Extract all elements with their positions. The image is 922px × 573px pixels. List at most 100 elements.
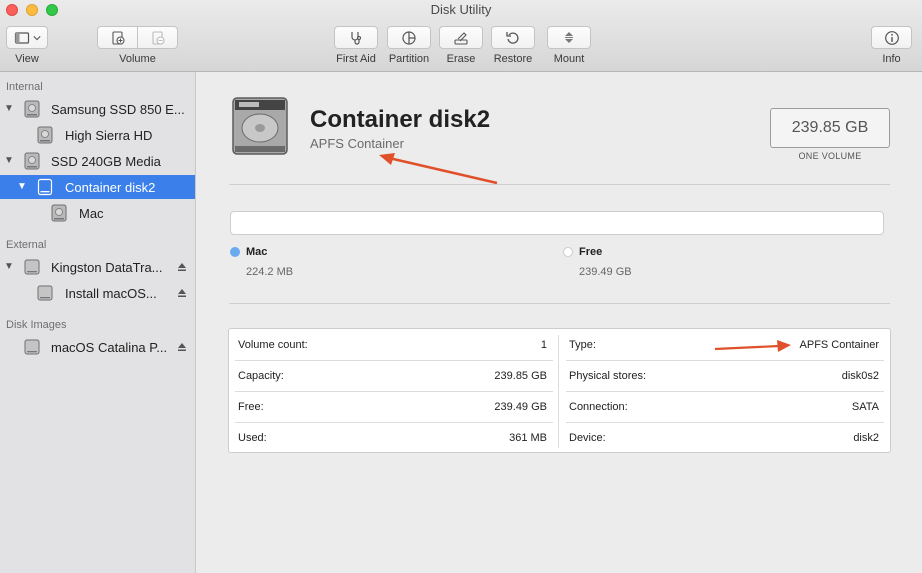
sidebar-section-internal: Internal: [6, 81, 43, 93]
sidebar-item-label: High Sierra HD: [65, 127, 153, 143]
restore-button[interactable]: [491, 26, 535, 49]
sidebar-item-label: Install macOS...: [65, 285, 157, 301]
window-title: Disk Utility: [430, 2, 492, 17]
sidebar-item-container-disk2[interactable]: ▼ Container disk2: [0, 175, 195, 199]
info-key: Type:: [569, 338, 596, 351]
sidebar: Internal ▼ Samsung SSD 850 E... High Sie…: [0, 72, 196, 573]
info-row-volume-count: Volume count: 1: [238, 329, 557, 360]
volume-count-caption: ONE VOLUME: [798, 151, 862, 161]
eject-icon[interactable]: [177, 342, 187, 352]
sidebar-item-label: SSD 240GB Media: [51, 153, 161, 169]
legend-dot-mac: [230, 247, 240, 257]
hdd-icon: [37, 126, 53, 144]
hdd-icon: [24, 152, 40, 170]
add-volume-button[interactable]: [97, 26, 138, 49]
sidebar-section-disk-images: Disk Images: [6, 319, 67, 331]
restore-icon: [506, 31, 519, 44]
container-icon: [37, 178, 53, 196]
annotation-arrow-icon: [379, 153, 498, 185]
chevron-down-icon: [32, 35, 41, 40]
info-row-device: Device: disk2: [569, 422, 889, 453]
hdd-icon: [24, 100, 40, 118]
info-value: APFS Container: [799, 338, 879, 351]
legend-dot-free: [563, 247, 573, 257]
info-table: Volume count: 1 Capacity: 239.85 GB Free…: [228, 328, 891, 453]
info-value: 361 MB: [509, 431, 547, 444]
info-value: 239.49 GB: [494, 400, 547, 413]
erase-label: Erase: [446, 53, 476, 65]
sidebar-item-samsung-ssd[interactable]: ▼ Samsung SSD 850 E...: [0, 97, 195, 121]
partition-label: Partition: [388, 53, 430, 65]
eject-icon[interactable]: [177, 288, 187, 298]
legend-value-mac: 224.2 MB: [246, 266, 294, 278]
info-icon: [884, 30, 899, 45]
legend-value-free: 239.49 GB: [579, 266, 632, 278]
sidebar-item-label: macOS Catalina P...: [51, 339, 168, 355]
info-key: Free:: [238, 400, 264, 413]
mount-icon: [565, 31, 573, 43]
info-label: Info: [882, 53, 901, 65]
external-drive-icon: [24, 259, 40, 275]
partition-pie-icon: [402, 30, 416, 45]
sidebar-item-mac[interactable]: Mac: [0, 201, 195, 225]
sidebar-item-macos-catalina[interactable]: macOS Catalina P...: [0, 335, 195, 359]
partition-button[interactable]: [387, 26, 431, 49]
info-key: Physical stores:: [569, 369, 647, 382]
usage-bar: [230, 211, 884, 235]
page-title: Container disk2: [310, 106, 491, 133]
mount-label: Mount: [553, 53, 585, 65]
add-volume-icon: [111, 30, 125, 45]
disclosure-triangle-icon[interactable]: ▼: [4, 156, 14, 166]
sidebar-item-label: Kingston DataTra...: [51, 259, 163, 275]
divider: [229, 303, 890, 304]
info-key: Device:: [569, 431, 606, 444]
info-row-connection: Connection: SATA: [569, 391, 889, 422]
eject-icon[interactable]: [177, 262, 187, 272]
hdd-icon: [51, 204, 67, 222]
mount-button[interactable]: [547, 26, 591, 49]
view-label: View: [15, 53, 39, 65]
first-aid-label: First Aid: [336, 53, 376, 65]
sidebar-section-external: External: [6, 239, 47, 251]
info-row-used: Used: 361 MB: [238, 422, 557, 453]
sidebar-item-label: Mac: [79, 205, 104, 221]
volume-label: Volume: [119, 53, 156, 65]
divider: [229, 184, 890, 185]
remove-volume-button[interactable]: [137, 26, 178, 49]
sidebar-item-install-macos[interactable]: Install macOS...: [0, 281, 195, 305]
info-row-free: Free: 239.49 GB: [238, 391, 557, 422]
info-row-capacity: Capacity: 239.85 GB: [238, 360, 557, 391]
sidebar-toggle-icon: [14, 31, 29, 44]
legend-name-mac: Mac: [246, 246, 268, 258]
stethoscope-icon: [351, 31, 362, 45]
detail-pane: Container disk2 APFS Container 239.85 GB…: [197, 72, 922, 573]
external-drive-icon: [37, 285, 53, 301]
restore-label: Restore: [493, 53, 533, 65]
disclosure-triangle-icon[interactable]: ▼: [4, 104, 14, 114]
info-key: Connection:: [569, 400, 628, 413]
container-type-subtitle: APFS Container: [310, 136, 404, 151]
view-button[interactable]: [6, 26, 48, 49]
hdd-large-icon: [232, 97, 288, 155]
info-row-physical-stores: Physical stores: disk0s2: [569, 360, 889, 391]
sidebar-item-label: Container disk2: [65, 179, 156, 195]
first-aid-button[interactable]: [334, 26, 378, 49]
disclosure-triangle-icon[interactable]: ▼: [4, 262, 14, 272]
sidebar-item-high-sierra-hd[interactable]: High Sierra HD: [0, 123, 195, 147]
sidebar-item-label: Samsung SSD 850 E...: [51, 101, 185, 117]
disclosure-triangle-icon[interactable]: ▼: [17, 182, 27, 192]
erase-button[interactable]: [439, 26, 483, 49]
column-separator: [558, 335, 559, 448]
toolbar: Disk Utility View Volume First Aid Parti…: [0, 0, 922, 72]
info-value: 239.85 GB: [494, 369, 547, 382]
remove-volume-icon: [151, 30, 165, 45]
sidebar-item-ssd-240gb[interactable]: ▼ SSD 240GB Media: [0, 149, 195, 173]
annotation-arrow-icon: [714, 340, 791, 352]
info-value: SATA: [851, 400, 879, 413]
sidebar-item-kingston[interactable]: ▼ Kingston DataTra...: [0, 255, 195, 279]
info-button[interactable]: [871, 26, 912, 49]
info-value: 1: [540, 338, 547, 351]
info-key: Used:: [238, 431, 267, 444]
disk-image-icon: [24, 339, 40, 355]
info-value: disk0s2: [841, 369, 879, 382]
